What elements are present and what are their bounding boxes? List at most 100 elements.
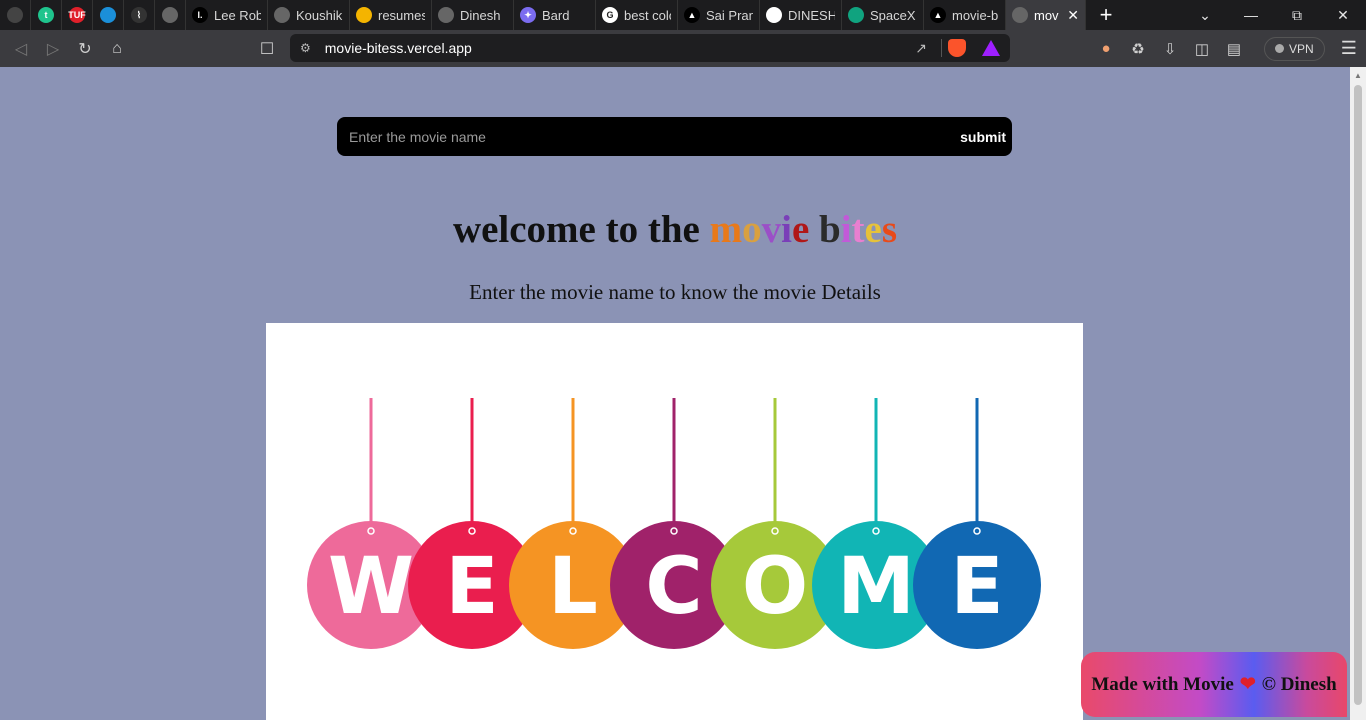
tab-title: best colo (624, 7, 671, 23)
new-tab-button[interactable]: + (1086, 0, 1126, 30)
tab-16[interactable]: mov ✕ (1006, 0, 1086, 30)
page-subtitle: Enter the movie name to know the movie D… (469, 280, 881, 304)
tab-3[interactable] (93, 0, 124, 30)
l-icon: I. (192, 7, 208, 23)
vpn-button[interactable]: VPN (1264, 36, 1325, 61)
tab-title: Sai Prana (706, 7, 753, 23)
scroll-up-icon[interactable]: ▲ (1354, 71, 1362, 80)
google-icon: G (602, 7, 618, 23)
page-scrollbar[interactable]: ▲ (1350, 67, 1366, 720)
wallet-icon[interactable]: ▤ (1218, 40, 1250, 58)
search-form: submit (337, 117, 1012, 156)
tab-10[interactable]: ✦ Bard (514, 0, 596, 30)
tab-12[interactable]: ▲ Sai Prana (678, 0, 760, 30)
close-tab-icon[interactable]: ✕ (1067, 7, 1079, 24)
tab-title: Lee Robi (214, 7, 261, 23)
tab-6[interactable]: I. Lee Robi (186, 0, 268, 30)
submit-button[interactable]: submit (950, 129, 1012, 145)
tab-8[interactable]: resumes (350, 0, 432, 30)
footer-copyright: © Dinesh (1261, 673, 1337, 695)
home-button[interactable]: ⌂ (101, 33, 133, 65)
tab-2[interactable]: TUF (62, 0, 93, 30)
tuf-icon: TUF (68, 7, 86, 23)
tab-strip: t TUF ⌇ I. Lee Robi Koushik resumes Dinesh ✦ Bard… (0, 0, 1366, 30)
title-char: v (761, 208, 782, 251)
welcome-banner-image: WELCOME (307, 398, 1041, 649)
back-button[interactable]: ◁ (5, 33, 37, 65)
tab-7[interactable]: Koushik (268, 0, 350, 30)
tab-title: Bard (542, 7, 570, 23)
tab-title: resumes (378, 7, 425, 23)
menu-icon[interactable]: ☰ (1341, 38, 1357, 59)
cloud-icon (100, 7, 116, 23)
footer-badge: Made with Movie ❤ © Dinesh (1081, 652, 1347, 717)
waves-icon: ⌇ (131, 7, 147, 23)
address-bar[interactable]: ⚙ movie-bitess.vercel.app ↗ (290, 34, 1010, 62)
triangle-icon: ▲ (930, 7, 946, 23)
ornament-letter: L (548, 542, 598, 632)
sidebar-icon[interactable]: ◫ (1186, 40, 1218, 58)
vpn-status-icon (1275, 44, 1284, 53)
ornament-letter: M (837, 542, 915, 632)
title-prefix: welcome to the (452, 208, 710, 251)
browser-toolbar: ◁ ▷ ↻ ⌂ ☐ ⚙ movie-bitess.vercel.app ↗ ● … (0, 30, 1366, 67)
vpn-label: VPN (1289, 41, 1314, 56)
tab-0[interactable] (0, 0, 31, 30)
triangle-icon: ▲ (684, 7, 700, 23)
title-char: s (881, 208, 898, 251)
tab-title: Dinesh (460, 7, 501, 23)
brave-shields-icon[interactable] (948, 39, 966, 57)
tab-5[interactable] (155, 0, 186, 30)
tab-title: DINESH- (788, 7, 835, 23)
toolbar-actions: ● ♻ ⇩ ◫ ▤ VPN ☰ (1090, 30, 1357, 67)
scrollbar-thumb[interactable] (1354, 85, 1362, 705)
tab-9[interactable]: Dinesh (432, 0, 514, 30)
site-info-icon[interactable]: ⚙ (300, 41, 311, 55)
ornament-letter: C (645, 542, 702, 632)
brave-rewards-icon[interactable] (982, 40, 1000, 56)
minimize-button[interactable]: — (1228, 0, 1274, 30)
forward-button[interactable]: ▷ (37, 33, 69, 65)
chatgpt-icon (848, 7, 864, 23)
page-title: welcome to the movie bites (0, 207, 1350, 252)
maximize-button[interactable]: ⧉ (1274, 0, 1320, 30)
page-viewport: submit welcome to the movie bites Enter … (0, 67, 1350, 720)
movie-search-input[interactable] (337, 117, 951, 156)
footer-text: Made with Movie (1091, 673, 1234, 695)
close-window-button[interactable]: ✕ (1320, 0, 1366, 30)
extensions-puzzle-icon[interactable]: ♻ (1122, 40, 1154, 58)
window-controls: ⌄ — ⧉ ✕ (1182, 0, 1366, 30)
title-char: e (791, 208, 810, 251)
title-char: t (851, 208, 865, 251)
title-char (809, 208, 819, 251)
title-char: i (840, 208, 852, 251)
share-icon[interactable]: ↗ (915, 40, 927, 57)
heart-icon: ❤ (1239, 674, 1256, 695)
t-icon: t (38, 7, 54, 23)
title-char: i (781, 208, 792, 251)
tab-15[interactable]: ▲ movie-b (924, 0, 1006, 30)
title-char: e (864, 208, 882, 251)
tab-4[interactable]: ⌇ (124, 0, 155, 30)
tab-search-chevron-icon[interactable]: ⌄ (1182, 0, 1228, 30)
extension-icon[interactable]: ● (1090, 40, 1122, 57)
tab-title: movie-b (952, 7, 999, 23)
reload-button[interactable]: ↻ (69, 33, 101, 65)
bookmark-icon[interactable]: ☐ (251, 33, 283, 65)
tab-title: Koushik (296, 7, 343, 23)
ornament-letter: E (445, 542, 498, 632)
tab-1[interactable]: t (31, 0, 62, 30)
tab-title: mov (1034, 7, 1059, 23)
github-icon (766, 7, 782, 23)
tab-13[interactable]: DINESH- (760, 0, 842, 30)
download-icon[interactable]: ⇩ (1154, 40, 1186, 58)
welcome-banner-card: WELCOME (266, 323, 1083, 720)
ornament-letter: O (742, 542, 808, 632)
tab-14[interactable]: SpaceX E (842, 0, 924, 30)
globe-icon (274, 7, 290, 23)
title-char: b (819, 208, 841, 251)
globe-icon (438, 7, 454, 23)
title-char: o (742, 208, 762, 251)
tab-11[interactable]: Gbest colo (596, 0, 678, 30)
bell-icon (7, 7, 23, 23)
